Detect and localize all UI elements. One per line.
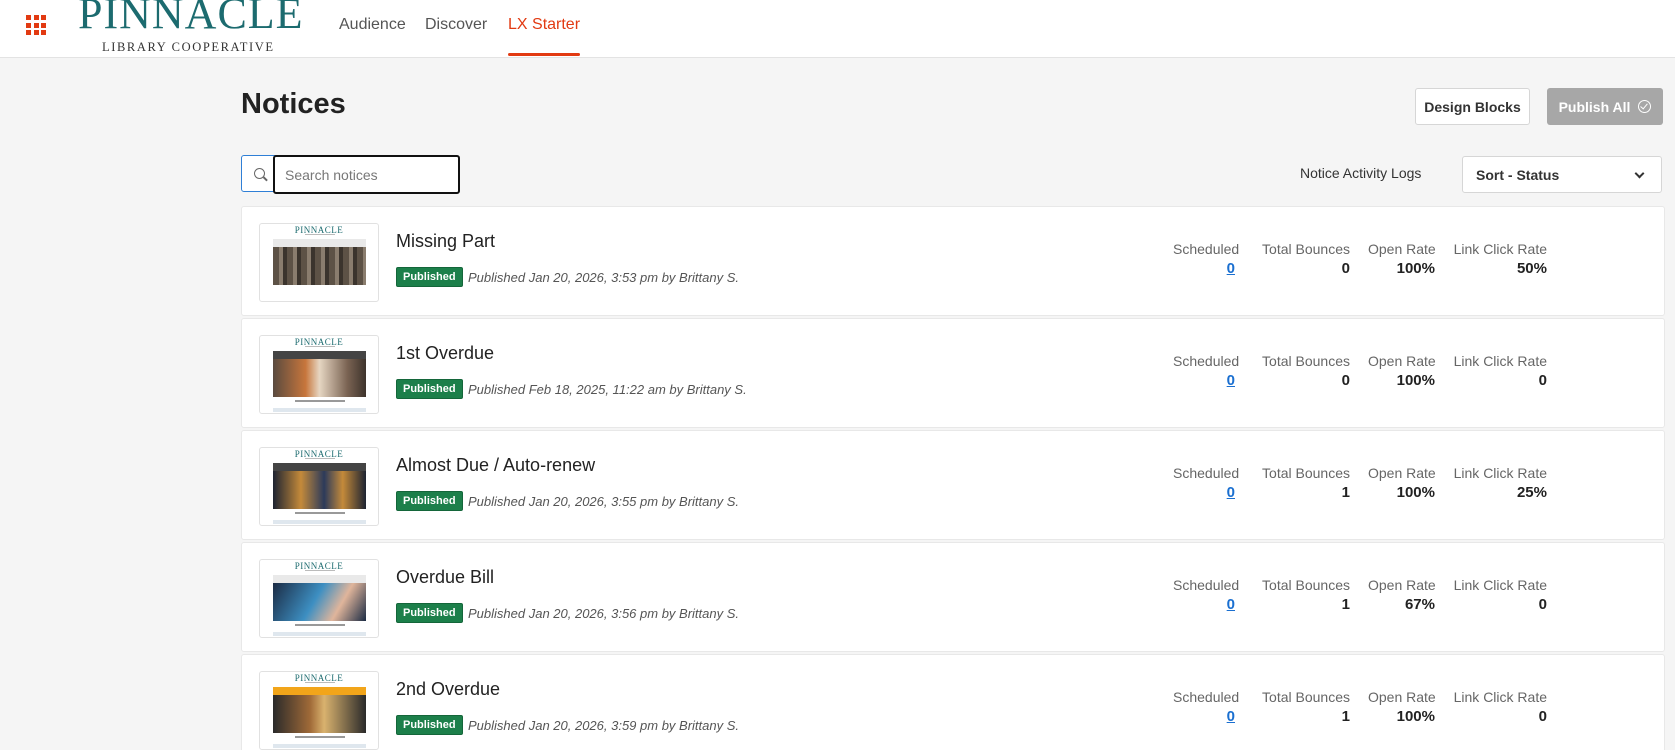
stat-total-bounces: Total Bounces 0 (1262, 241, 1350, 277)
notice-title[interactable]: Almost Due / Auto-renew (396, 455, 595, 476)
notice-thumbnail[interactable]: PINNACLE (259, 559, 379, 638)
logo-sub-text: LIBRARY COOPERATIVE (102, 40, 275, 54)
logo-main-text: PINNACLE (78, 0, 304, 38)
scheduled-count-link[interactable]: 0 (1173, 484, 1235, 501)
stat-link-click-rate: Link Click Rate 0 (1453, 353, 1547, 389)
stat-total-bounces: Total Bounces 0 (1262, 353, 1350, 389)
stat-link-click-rate: Link Click Rate 0 (1453, 577, 1547, 613)
search-input[interactable] (273, 155, 460, 194)
notice-title[interactable]: Overdue Bill (396, 567, 494, 588)
published-meta: Published Jan 20, 2026, 3:59 pm by Britt… (468, 718, 740, 733)
published-meta: Published Jan 20, 2026, 3:56 pm by Britt… (468, 606, 740, 621)
scheduled-count-link[interactable]: 0 (1173, 596, 1235, 613)
notice-thumbnail[interactable]: PINNACLE (259, 447, 379, 526)
tab-discover[interactable]: Discover (425, 16, 487, 34)
notice-thumbnail[interactable]: PINNACLE (259, 671, 379, 750)
scheduled-count-link[interactable]: 0 (1173, 372, 1235, 389)
stat-scheduled: Scheduled 0 (1173, 353, 1240, 389)
stat-scheduled: Scheduled 0 (1173, 465, 1240, 501)
status-badge: Published (396, 267, 463, 287)
status-badge: Published (396, 603, 463, 623)
stat-open-rate: Open Rate 100% (1368, 241, 1436, 277)
top-nav-bar: PINNACLE LIBRARY COOPERATIVE Audience Di… (0, 0, 1675, 58)
chevron-down-icon (1634, 168, 1645, 179)
scheduled-count-link[interactable]: 0 (1173, 708, 1235, 725)
stat-open-rate: Open Rate 100% (1368, 353, 1436, 389)
search-icon (254, 168, 265, 179)
stat-scheduled: Scheduled 0 (1173, 689, 1240, 725)
stat-open-rate: Open Rate 100% (1368, 465, 1436, 501)
stat-link-click-rate: Link Click Rate 50% (1453, 241, 1547, 277)
search-box (241, 155, 460, 194)
stat-open-rate: Open Rate 100% (1368, 689, 1436, 725)
stat-total-bounces: Total Bounces 1 (1262, 577, 1350, 613)
status-badge: Published (396, 715, 463, 735)
stat-scheduled: Scheduled 0 (1173, 577, 1240, 613)
notice-card-overdue-bill[interactable]: PINNACLE Overdue Bill Published Publishe… (241, 542, 1665, 652)
stat-open-rate: Open Rate 67% (1368, 577, 1436, 613)
pinnacle-logo[interactable]: PINNACLE LIBRARY COOPERATIVE (78, 0, 318, 56)
tab-audience[interactable]: Audience (339, 16, 406, 34)
sort-select-value: Sort - Status (1476, 166, 1560, 183)
notice-card-1st-overdue[interactable]: PINNACLE 1st Overdue Published Published… (241, 318, 1665, 428)
notice-card-almost-due[interactable]: PINNACLE Almost Due / Auto-renew Publish… (241, 430, 1665, 540)
scheduled-count-link[interactable]: 0 (1173, 260, 1235, 277)
published-meta: Published Feb 18, 2025, 11:22 am by Brit… (468, 382, 747, 397)
notice-card-2nd-overdue[interactable]: PINNACLE 2nd Overdue Published Published… (241, 654, 1665, 750)
notice-title[interactable]: 2nd Overdue (396, 679, 500, 700)
tab-lx-starter[interactable]: LX Starter (508, 16, 580, 34)
sort-select[interactable]: Sort - Status (1462, 156, 1662, 193)
stat-total-bounces: Total Bounces 1 (1262, 465, 1350, 501)
notice-title[interactable]: Missing Part (396, 231, 495, 252)
stat-scheduled: Scheduled 0 (1173, 241, 1240, 277)
published-meta: Published Jan 20, 2026, 3:55 pm by Britt… (468, 494, 740, 509)
notice-thumbnail[interactable]: PINNACLE (259, 223, 379, 302)
published-meta: Published Jan 20, 2026, 3:53 pm by Britt… (468, 270, 740, 285)
notice-thumbnail[interactable]: PINNACLE (259, 335, 379, 414)
status-badge: Published (396, 379, 463, 399)
notice-card-missing-part[interactable]: PINNACLE Missing Part Published Publishe… (241, 206, 1665, 316)
notice-title[interactable]: 1st Overdue (396, 343, 494, 364)
active-tab-indicator (508, 53, 580, 56)
status-badge: Published (396, 491, 463, 511)
notice-activity-logs-link[interactable]: Notice Activity Logs (1300, 165, 1421, 181)
stat-link-click-rate: Link Click Rate 0 (1453, 689, 1547, 725)
stat-link-click-rate: Link Click Rate 25% (1453, 465, 1547, 501)
publish-all-label: Publish All (1558, 98, 1631, 115)
stat-total-bounces: Total Bounces 1 (1262, 689, 1350, 725)
design-blocks-button[interactable]: Design Blocks (1415, 88, 1530, 125)
apps-grid-icon[interactable] (26, 15, 46, 35)
page-title: Notices (241, 88, 346, 120)
publish-all-button[interactable]: Publish All (1547, 88, 1663, 125)
check-circle-icon (1638, 100, 1652, 113)
